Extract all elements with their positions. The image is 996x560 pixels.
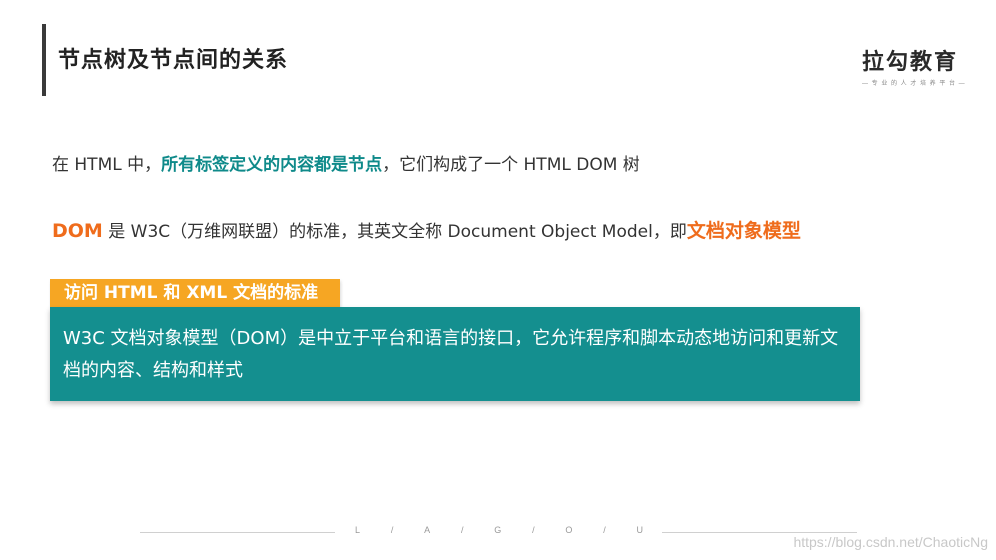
line2-highlight: 文档对象模型 (686, 220, 801, 242)
url-watermark: https://blog.csdn.net/ChaoticNg (793, 534, 988, 550)
footer-letter: / (390, 525, 396, 535)
line1-suffix: ，它们构成了一个 HTML DOM 树 (382, 155, 640, 175)
dom-description-card: W3C 文档对象模型（DOM）是中立于平台和语言的接口，它允许程序和脚本动态地访… (50, 307, 860, 401)
footer-divider-left (140, 532, 335, 533)
footer-letter: U (636, 525, 645, 535)
footer-letter: A (424, 525, 433, 535)
footer-letter: G (494, 525, 504, 535)
footer-letter: / (603, 525, 608, 535)
line1-highlight: 所有标签定义的内容都是节点 (161, 155, 383, 175)
logo-subtitle: — 专 业 的 人 才 培 养 平 台 — (862, 81, 966, 87)
footer-brand-letters: L / A / G / O / U (355, 525, 645, 535)
dom-keyword: DOM (52, 220, 103, 242)
paragraph-dom-definition: DOM 是 W3C（万维网联盟）的标准，其英文全称 Document Objec… (52, 216, 801, 243)
footer-divider-right (662, 532, 857, 533)
page-title: 节点树及节点间的关系 (58, 48, 289, 73)
line2-middle: 是 W3C（万维网联盟）的标准，其英文全称 Document Object Mo… (102, 222, 687, 242)
footer-letter: O (565, 525, 575, 535)
footer-letter: / (532, 525, 537, 535)
line1-prefix: 在 HTML 中， (52, 155, 162, 175)
paragraph-dom-tree: 在 HTML 中，所有标签定义的内容都是节点，它们构成了一个 HTML DOM … (52, 150, 640, 175)
footer-letter: L (355, 525, 363, 535)
standard-tag-label: 访问 HTML 和 XML 文档的标准 (50, 279, 341, 307)
footer-letter: / (460, 525, 466, 535)
title-accent-bar (42, 24, 46, 96)
logo-text: 拉勾教育 (862, 50, 959, 75)
brand-logo: 拉勾教育 — 专 业 的 人 才 培 养 平 台 — (862, 44, 966, 87)
